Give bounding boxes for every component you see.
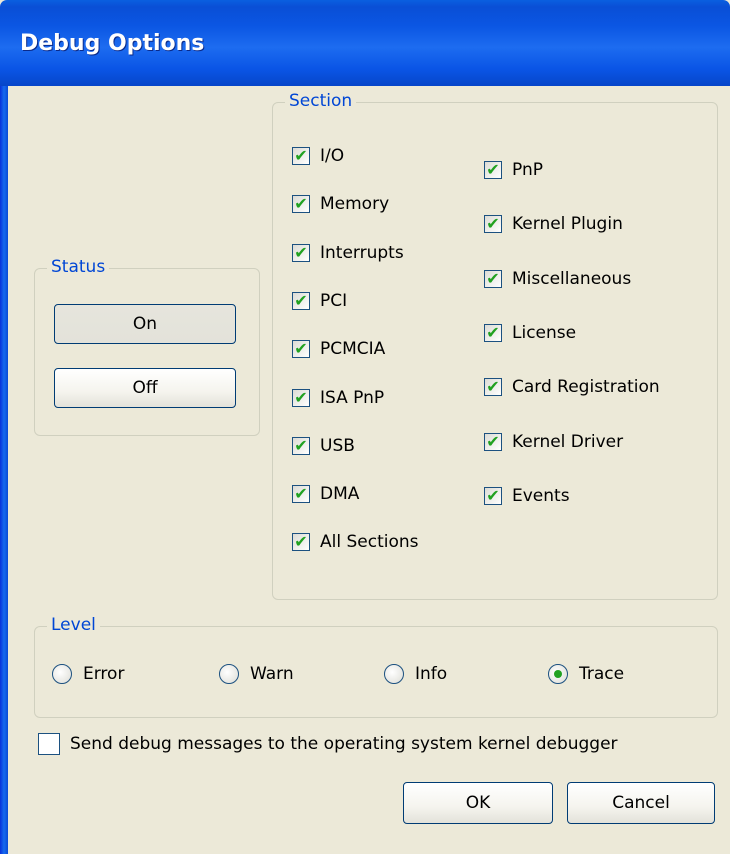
checkmark-icon: ✔: [294, 242, 308, 262]
checkbox-label: Events: [512, 485, 570, 506]
section-checkbox-left[interactable]: ✔ ISA PnP: [292, 388, 384, 408]
section-checkbox-left[interactable]: ✔ Memory: [292, 194, 389, 214]
section-checkbox-left[interactable]: ✔ All Sections: [292, 532, 419, 552]
checkbox-label: PCI: [320, 290, 348, 311]
checkbox-label: PCMCIA: [320, 339, 386, 360]
checkmark-icon: ✔: [486, 431, 500, 451]
level-radio-warn[interactable]: Warn: [219, 664, 294, 684]
checkbox-label: USB: [320, 435, 355, 456]
checkbox-label: Kernel Plugin: [512, 214, 623, 235]
radio-circle[interactable]: [52, 664, 72, 684]
checkbox-box[interactable]: ✔: [484, 377, 502, 397]
checkbox-box[interactable]: ✔: [484, 322, 502, 342]
dialog-body: Status On Off Section ✔ I/O ✔ Memory ✔ Interr…: [8, 86, 730, 854]
checkbox-box[interactable]: ✔: [484, 161, 502, 179]
checkbox-label: Miscellaneous: [512, 268, 632, 289]
cancel-button[interactable]: Cancel: [567, 782, 715, 824]
radio-label: Info: [415, 664, 448, 684]
checkmark-icon: ✔: [294, 532, 308, 552]
checkbox-label: Memory: [320, 194, 390, 215]
checkmark-icon: ✔: [486, 160, 500, 179]
section-checkbox-right[interactable]: ✔ License: [484, 323, 576, 343]
checkbox-box[interactable]: ✔: [292, 147, 310, 165]
level-radio-error[interactable]: Error: [52, 664, 124, 684]
checkbox-box[interactable]: ✔: [484, 431, 502, 451]
checkbox-box[interactable]: ✔: [484, 268, 502, 288]
checkmark-icon: ✔: [486, 268, 500, 288]
checkbox-label: Kernel Driver: [512, 431, 624, 452]
radio-circle[interactable]: [548, 664, 568, 684]
checkmark-icon: ✔: [486, 485, 500, 505]
checkbox-label: DMA: [320, 484, 360, 505]
checkbox-label: License: [512, 322, 577, 343]
checkmark-icon: ✔: [486, 214, 500, 234]
status-group: Status: [34, 257, 260, 436]
section-checkbox-right[interactable]: ✔ Events: [484, 486, 570, 506]
checkmark-icon: ✔: [294, 484, 308, 504]
checkbox-label: All Sections: [320, 532, 419, 553]
section-checkbox-left[interactable]: ✔ PCI: [292, 291, 347, 311]
section-checkbox-right[interactable]: ✔ Kernel Driver: [484, 432, 623, 452]
checkmark-icon: ✔: [294, 146, 308, 165]
section-checkbox-right[interactable]: ✔ Miscellaneous: [484, 269, 631, 289]
window-title: Debug Options: [20, 31, 205, 56]
checkbox-label: Card Registration: [512, 377, 660, 398]
checkbox-box[interactable]: ✔: [292, 339, 310, 359]
kernel-debugger-label: Send debug messages to the operating sys…: [70, 734, 618, 754]
checkbox-box[interactable]: ✔: [292, 435, 310, 455]
section-checkbox-left[interactable]: ✔ Interrupts: [292, 243, 404, 263]
radio-label: Error: [83, 664, 125, 684]
section-checkbox-right[interactable]: ✔ Kernel Plugin: [484, 214, 623, 234]
section-checkbox-right[interactable]: ✔ Card Registration: [484, 377, 660, 397]
level-legend: Level: [47, 615, 100, 635]
title-bar[interactable]: Debug Options: [0, 0, 730, 86]
checkbox-box[interactable]: ✔: [292, 484, 310, 504]
checkbox-box[interactable]: ✔: [484, 214, 502, 234]
kernel-debugger-checkbox[interactable]: Send debug messages to the operating sys…: [38, 733, 618, 755]
checkbox-label: ISA PnP: [320, 387, 385, 408]
radio-dot-icon: [554, 670, 562, 678]
checkmark-icon: ✔: [486, 322, 500, 342]
checkbox-box[interactable]: ✔: [484, 485, 502, 505]
section-checkbox-right[interactable]: ✔ PnP: [484, 160, 543, 180]
checkbox-box[interactable]: ✔: [292, 290, 310, 310]
section-checkbox-left[interactable]: ✔ DMA: [292, 484, 359, 504]
radio-label: Trace: [579, 664, 625, 684]
checkmark-icon: ✔: [294, 339, 308, 359]
section-legend: Section: [285, 91, 357, 111]
checkbox-label: Interrupts: [320, 242, 404, 263]
section-checkbox-left[interactable]: ✔ PCMCIA: [292, 339, 385, 359]
checkmark-icon: ✔: [294, 387, 308, 407]
radio-circle[interactable]: [384, 664, 404, 684]
radio-label: Warn: [250, 664, 294, 684]
ok-button[interactable]: OK: [403, 782, 553, 824]
kernel-debugger-box[interactable]: [38, 733, 60, 755]
checkmark-icon: ✔: [294, 194, 308, 214]
checkmark-icon: ✔: [294, 435, 308, 455]
checkbox-box[interactable]: ✔: [292, 242, 310, 262]
checkmark-icon: ✔: [486, 377, 500, 397]
window-border: [0, 86, 8, 854]
section-checkbox-left[interactable]: ✔ USB: [292, 436, 355, 456]
checkbox-label: PnP: [512, 160, 543, 180]
radio-circle[interactable]: [219, 664, 239, 684]
status-off-button[interactable]: Off: [54, 368, 236, 408]
section-checkbox-left[interactable]: ✔ I/O: [292, 146, 344, 166]
checkbox-label: I/O: [320, 146, 345, 166]
level-radio-trace[interactable]: Trace: [548, 664, 624, 684]
level-radio-info[interactable]: Info: [384, 664, 447, 684]
checkbox-box[interactable]: ✔: [292, 387, 310, 407]
checkmark-icon: ✔: [294, 290, 308, 310]
checkbox-box[interactable]: ✔: [292, 532, 310, 552]
status-on-button[interactable]: On: [54, 304, 236, 344]
status-legend: Status: [47, 257, 110, 277]
checkbox-box[interactable]: ✔: [292, 194, 310, 214]
